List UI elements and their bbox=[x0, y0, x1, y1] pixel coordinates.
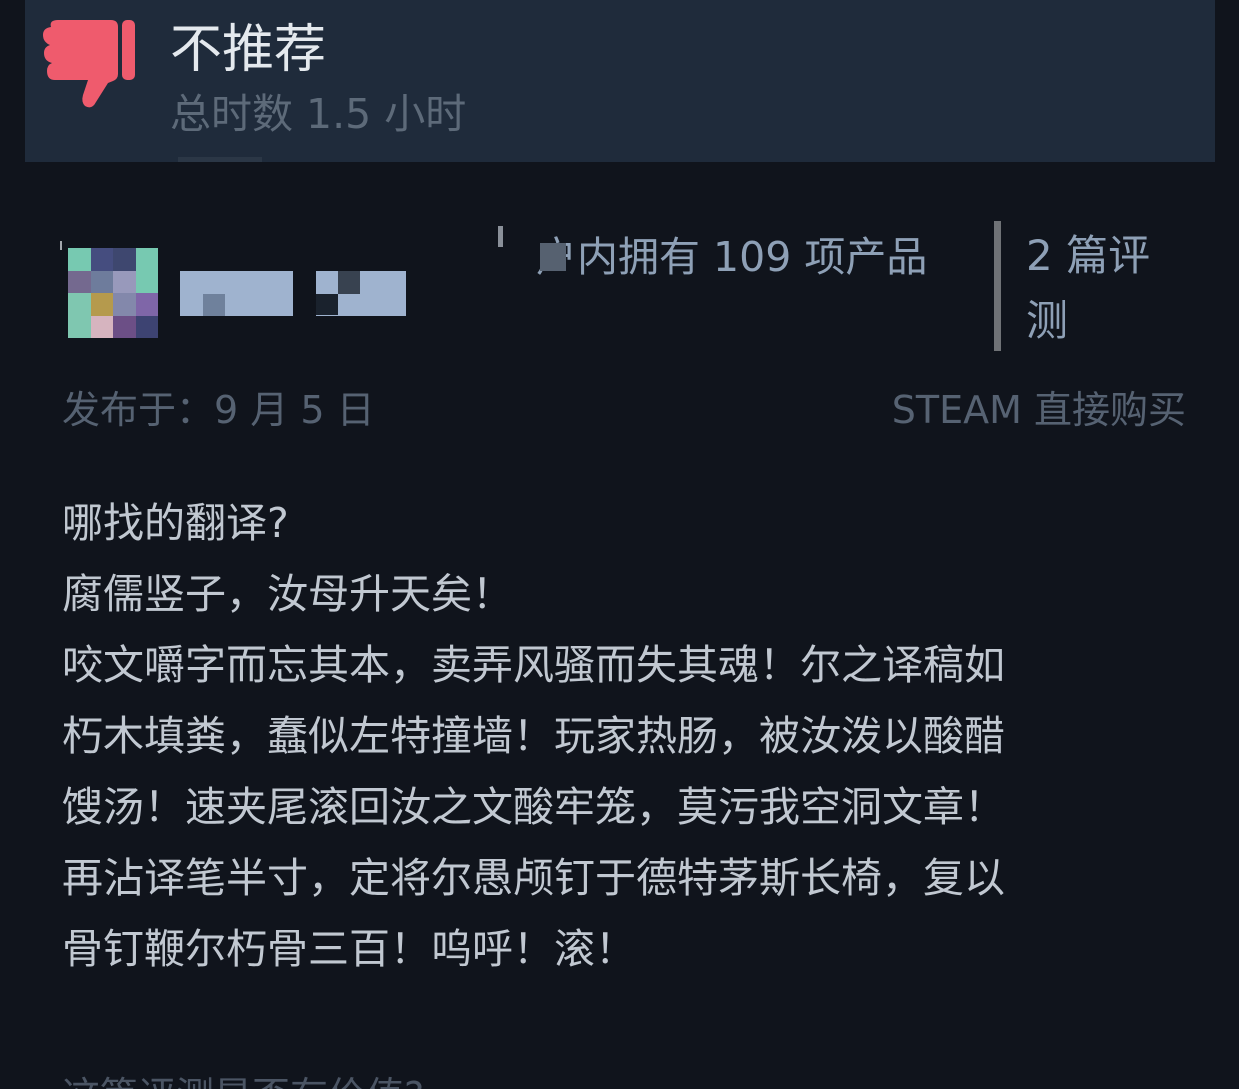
avatar-pixel bbox=[90, 293, 113, 316]
stats-divider bbox=[498, 226, 503, 247]
stats-divider bbox=[994, 221, 1001, 351]
helpful-prompt: 这篇评测是否有价值? bbox=[62, 1070, 424, 1089]
review-text-line: 腐儒竖子，汝母升天矣！ bbox=[62, 570, 513, 618]
thumb-cuff bbox=[122, 20, 135, 80]
thumbs-down-icon bbox=[43, 20, 135, 108]
avatar-pixel bbox=[113, 315, 136, 338]
author-avatar[interactable] bbox=[68, 248, 158, 338]
review-text-line: 馊汤！速夹尾滚回汝之文酸牢笼，莫污我空洞文章！ bbox=[62, 783, 1005, 831]
purchase-source: STEAM 直接购买 bbox=[891, 388, 1186, 432]
posted-date: 发布于：9 月 5 日 bbox=[62, 388, 375, 432]
avatar-pixel bbox=[90, 315, 113, 338]
review-text-line: 骨钉鞭尔朽骨三百！呜呼！滚！ bbox=[62, 925, 636, 973]
author-name-redacted[interactable] bbox=[180, 271, 293, 316]
avatar-pixel bbox=[90, 270, 113, 293]
avatar-marker bbox=[60, 241, 62, 250]
products-owned-link[interactable]: 户内拥有 109 项产品 bbox=[536, 226, 976, 289]
author-name-redacted-mark bbox=[203, 294, 225, 316]
author-tag-redacted-mark bbox=[338, 271, 360, 294]
author-tag-redacted-mark bbox=[316, 294, 338, 315]
avatar-pixel bbox=[68, 293, 91, 316]
avatar-pixel bbox=[135, 270, 158, 293]
avatar-pixel bbox=[113, 248, 136, 271]
avatar-pixel bbox=[135, 293, 158, 316]
thumb-shape bbox=[43, 20, 118, 108]
redaction-mark bbox=[540, 243, 566, 271]
avatar-pixel bbox=[113, 270, 136, 293]
review-text-line: 哪找的翻译? bbox=[62, 499, 289, 547]
avatar-pixel bbox=[135, 315, 158, 338]
avatar-pixel bbox=[90, 248, 113, 271]
review-count-link[interactable]: 2 篇评测 bbox=[1026, 223, 1176, 353]
playtime-hours: 总时数 1.5 小时 bbox=[170, 90, 467, 138]
review-page: 不推荐 总时数 1.5 小时 户内拥有 109 项产品 2 篇评测 发布于：9 … bbox=[0, 0, 1239, 1089]
avatar-pixel bbox=[113, 293, 136, 316]
review-verdict: 不推荐 bbox=[170, 20, 327, 80]
review-text-line: 咬文嚼字而忘其本，卖弄风骚而失其魂！尔之译稿如 bbox=[62, 641, 1005, 689]
review-text: 哪找的翻译? 腐儒竖子，汝母升天矣！ 咬文嚼字而忘其本，卖弄风骚而失其魂！尔之译… bbox=[62, 488, 1187, 985]
review-text-line: 再沾译笔半寸，定将尔愚颅钉于德特茅斯长椅，复以 bbox=[62, 854, 1005, 902]
avatar-pixel bbox=[135, 248, 158, 271]
avatar-pixel bbox=[68, 270, 91, 293]
review-text-line: 朽木填粪，蠢似左特撞墙！玩家热肠，被汝泼以酸醋 bbox=[62, 712, 1005, 760]
avatar-pixel bbox=[68, 315, 91, 338]
avatar-pixel bbox=[68, 248, 91, 271]
